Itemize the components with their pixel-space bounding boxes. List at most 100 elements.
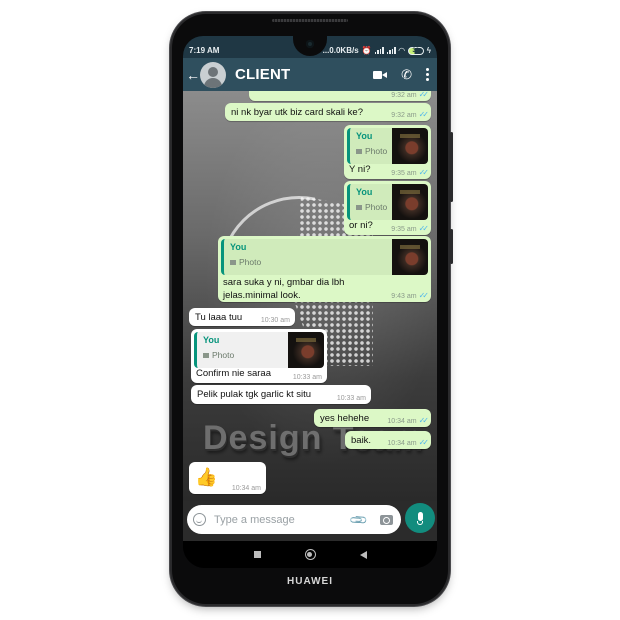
read-ticks-icon: ✓✓: [418, 416, 430, 425]
photo-thumbnail: [392, 239, 428, 275]
message-text: or ni?: [349, 220, 373, 231]
message-time: 9:43 am: [391, 293, 417, 300]
message-text: Y ni?: [349, 164, 371, 175]
photo-thumbnail: [392, 184, 428, 220]
message-text: Confirm nie saraa: [196, 368, 271, 379]
back-button[interactable]: [359, 550, 367, 559]
signal-icon: [386, 47, 396, 54]
message-text: Pelik pulak tgk garlic kt situ: [197, 389, 312, 400]
message-list[interactable]: Design Team 9:32 am ✓✓ ni nk byar utk biz…: [183, 91, 437, 501]
volume-button: [450, 132, 453, 202]
message-input-placeholder[interactable]: Type a message: [214, 514, 295, 526]
read-ticks-icon: ✓✓: [418, 224, 430, 233]
front-camera: [306, 40, 314, 48]
alarm-icon: ⏰: [361, 46, 372, 55]
message-time: 10:34 am: [387, 418, 417, 425]
back-arrow-icon[interactable]: ←: [186, 68, 200, 82]
read-ticks-icon: ✓✓: [418, 438, 430, 447]
reply-type: Photo: [230, 257, 261, 267]
phone-frame: 7:19 AM ...0.0KB/s ⏰ ◠ 39 ϟ ← CLIENT ✆ D…: [172, 14, 453, 604]
message-meta: 9:35 am ✓✓: [391, 168, 430, 177]
message-time: 10:34 am: [231, 485, 261, 492]
message-text: ni nk byar utk biz card skali ke?: [231, 107, 364, 118]
message-bubble[interactable]: You Photo Y ni? 9:35 am ✓✓: [344, 125, 431, 179]
thumbs-up-emoji: 👍: [195, 467, 218, 487]
reply-type: Photo: [356, 146, 387, 156]
reply-author: You: [203, 335, 220, 345]
recents-button[interactable]: [253, 551, 261, 558]
message-bubble[interactable]: You Photo or ni? 9:35 am ✓✓: [344, 181, 431, 235]
read-ticks-icon: ✓✓: [418, 291, 430, 300]
message-bubble[interactable]: baik. 10:34 am ✓✓: [345, 431, 431, 449]
photo-icon: [356, 205, 362, 210]
phone-call-icon[interactable]: ✆: [401, 68, 412, 81]
brand-logo: HUAWEI: [287, 576, 333, 587]
battery-level: 39: [412, 47, 420, 54]
message-text: yes hehehe: [320, 413, 370, 424]
wifi-icon: ◠: [398, 46, 405, 55]
message-meta: 9:32 am ✓✓: [391, 91, 430, 99]
message-time: 10:34 am: [387, 440, 417, 447]
message-time: 10:30 am: [260, 317, 290, 324]
message-time: 9:35 am: [391, 226, 417, 233]
message-text: Tu laaa tuu: [195, 312, 243, 323]
reply-type: Photo: [356, 202, 387, 212]
attach-icon[interactable]: 📎: [348, 509, 368, 529]
reply-author: You: [356, 187, 373, 197]
reply-quote[interactable]: You Photo: [347, 128, 428, 164]
message-meta: 10:34 am ✓✓: [387, 416, 430, 425]
message-bubble[interactable]: You Photo Confirm nie saraa 10:33 am: [191, 329, 327, 383]
mic-icon: [417, 511, 423, 521]
reply-quote[interactable]: You Photo: [221, 239, 428, 275]
message-time: 9:32 am: [391, 92, 417, 99]
camera-icon[interactable]: [380, 514, 393, 525]
message-text: baik.: [351, 435, 372, 446]
navigation-bar: [183, 541, 437, 568]
message-bubble[interactable]: Tu laaa tuu 10:30 am: [189, 308, 295, 326]
composer-bar: Type a message 📎: [183, 501, 437, 541]
reply-author: You: [230, 242, 247, 252]
home-button[interactable]: [304, 549, 316, 560]
message-time: 10:33 am: [292, 374, 322, 381]
read-ticks-icon: ✓✓: [418, 168, 430, 177]
emoji-icon[interactable]: [193, 513, 206, 526]
signal-icon: [374, 47, 384, 54]
message-bubble[interactable]: yes hehehe 10:34 am ✓✓: [314, 409, 431, 427]
message-time: 9:32 am: [391, 112, 417, 119]
message-time: 9:35 am: [391, 170, 417, 177]
reply-quote[interactable]: You Photo: [347, 184, 428, 220]
read-ticks-icon: ✓✓: [418, 110, 430, 119]
message-text: sara suka y ni, gmbar dia lbh jelas.mini…: [223, 277, 345, 301]
photo-thumbnail: [288, 332, 324, 368]
message-meta: 9:43 am ✓✓: [391, 291, 430, 300]
charging-icon: ϟ: [426, 46, 431, 55]
screen: 7:19 AM ...0.0KB/s ⏰ ◠ 39 ϟ ← CLIENT ✆ D…: [183, 36, 437, 568]
network-speed: ...0.0KB/s: [322, 46, 359, 55]
reply-author: You: [356, 131, 373, 141]
status-time: 7:19 AM: [189, 46, 220, 55]
mic-button[interactable]: [405, 503, 435, 533]
message-meta: 9:32 am ✓✓: [391, 110, 430, 119]
video-call-icon[interactable]: [373, 70, 388, 80]
photo-icon: [356, 149, 362, 154]
message-bubble[interactable]: You Photo sara suka y ni, gmbar dia lbh …: [218, 236, 431, 302]
message-bubble[interactable]: 👍 10:34 am: [189, 462, 266, 494]
battery-icon: 39: [407, 46, 424, 55]
message-meta: 10:34 am ✓✓: [387, 438, 430, 447]
reply-type: Photo: [203, 350, 234, 360]
photo-thumbnail: [392, 128, 428, 164]
read-ticks-icon: ✓✓: [418, 91, 430, 99]
contact-name[interactable]: CLIENT: [235, 66, 290, 83]
message-bubble[interactable]: 9:32 am ✓✓: [249, 91, 431, 101]
message-meta: 9:35 am ✓✓: [391, 224, 430, 233]
power-button: [450, 229, 453, 264]
contact-avatar[interactable]: [200, 61, 226, 88]
message-time: 10:33 am: [336, 395, 366, 402]
reply-quote[interactable]: You Photo: [194, 332, 324, 368]
more-options-icon[interactable]: [426, 68, 429, 81]
photo-icon: [230, 260, 236, 265]
message-bubble[interactable]: Pelik pulak tgk garlic kt situ 10:33 am: [191, 385, 371, 404]
photo-icon: [203, 353, 209, 358]
message-input[interactable]: Type a message 📎: [187, 505, 401, 534]
message-bubble[interactable]: ni nk byar utk biz card skali ke? 9:32 a…: [225, 103, 431, 121]
